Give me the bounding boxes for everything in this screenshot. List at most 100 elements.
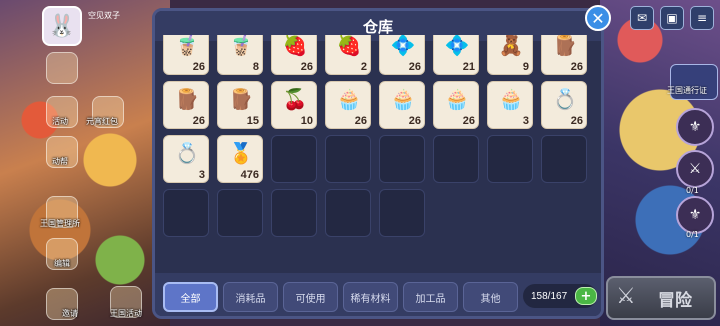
boba-tea-icon: 🧋 xyxy=(228,35,254,57)
item-count: 26 xyxy=(354,115,367,127)
empty-slot[interactable] xyxy=(379,135,425,183)
player-name: 空见双子 xyxy=(88,11,120,20)
wood-log-icon: 🪵 xyxy=(552,35,578,57)
inventory-item[interactable]: 🧸 9 xyxy=(487,35,533,75)
boba-tea-icon: 🧋 xyxy=(174,35,200,57)
inventory-item[interactable]: 🧁 26 xyxy=(325,81,371,129)
item-count: 26 xyxy=(570,115,583,127)
pink-bear-icon: 🧸 xyxy=(498,35,524,57)
item-count: 476 xyxy=(240,169,259,181)
item-count: 2 xyxy=(360,61,367,73)
gold-cookie-icon: 🏅 xyxy=(228,141,254,165)
cupcake-icon: 🧁 xyxy=(498,87,524,111)
item-count: 8 xyxy=(252,61,259,73)
tab-all[interactable]: 全部 xyxy=(163,282,218,312)
sword-slot-count: 0/1 xyxy=(686,186,699,195)
inventory-item[interactable]: 🍓 2 xyxy=(325,35,371,75)
inventory-item[interactable]: 🧋 26 xyxy=(163,35,209,75)
empty-slot[interactable] xyxy=(325,189,371,237)
diamond-ring-icon: 💍 xyxy=(552,87,578,111)
item-count: 10 xyxy=(300,115,313,127)
kingdom-scene-left xyxy=(0,0,170,326)
item-count: 26 xyxy=(408,115,421,127)
inventory-grid: 🧋 26 🧋 8 🍓 26 🍓 2 💠 26 💠 21 🧸 9 🪵 26 🪵 26 🪵 15 🍒 10 🧁 26 🧁 26 🧁 26 🧁… xyxy=(163,35,595,269)
item-count: 15 xyxy=(246,115,259,127)
side-label-help: 动帮 xyxy=(52,157,68,166)
cupcake-icon: 🧁 xyxy=(390,87,416,111)
cookie-slot-icon[interactable]: ⚜ xyxy=(676,108,714,146)
wood-log-icon: 🪵 xyxy=(174,87,200,111)
side-label-red-envelope: 元宵红包 xyxy=(86,117,118,126)
tab-usable[interactable]: 可使用 xyxy=(283,282,338,312)
side-label-kingdom-manage: 王国管理所 xyxy=(40,219,80,228)
item-count: 21 xyxy=(462,61,475,73)
item-count: 9 xyxy=(522,61,529,73)
notice-icon[interactable]: ▣ xyxy=(660,6,684,30)
side-label-invite: 邀请 xyxy=(62,309,78,318)
inventory-item[interactable]: 🧋 8 xyxy=(217,35,263,75)
tab-processed-goods[interactable]: 加工品 xyxy=(403,282,458,312)
empty-slot[interactable] xyxy=(325,135,371,183)
panel-title: 仓库 xyxy=(362,17,393,36)
empty-slot[interactable] xyxy=(217,189,263,237)
mail-icon[interactable]: ✉ xyxy=(630,6,654,30)
inventory-item[interactable]: 🪵 26 xyxy=(541,35,587,75)
inventory-item[interactable]: 💠 21 xyxy=(433,35,479,75)
item-count: 26 xyxy=(192,115,205,127)
item-count: 26 xyxy=(300,61,313,73)
side-label-edit: 编辑 xyxy=(54,259,70,268)
tab-rare-materials[interactable]: 稀有材料 xyxy=(343,282,398,312)
wood-log-icon: 🪵 xyxy=(228,87,254,111)
empty-slot[interactable] xyxy=(271,189,317,237)
item-count: 26 xyxy=(408,61,421,73)
player-card[interactable]: 🐰 空见双子 xyxy=(42,6,152,46)
strawberry-jar-icon: 🍓 xyxy=(336,35,362,57)
menu-icon[interactable]: ≡ xyxy=(690,6,714,30)
empty-slot[interactable] xyxy=(163,189,209,237)
tab-other[interactable]: 其他 xyxy=(463,282,518,312)
inventory-item[interactable]: 🏅 476 xyxy=(217,135,263,183)
empty-slot[interactable] xyxy=(271,135,317,183)
cupcake-icon: 🧁 xyxy=(444,87,470,111)
item-count: 26 xyxy=(462,115,475,127)
player-avatar[interactable]: 🐰 xyxy=(42,6,82,46)
cookie-slot-count: 0/1 xyxy=(686,230,699,239)
top-right-toolbar: ✉ ▣ ≡ xyxy=(630,6,714,30)
side-label-kingdom-events: 王国活动 xyxy=(110,309,142,318)
side-label-events: 活动 xyxy=(52,117,68,126)
item-count: 26 xyxy=(192,61,205,73)
side-button-menu[interactable] xyxy=(46,52,78,84)
storage-panel: 仓库 🧋 26 🧋 8 🍓 26 🍓 2 💠 26 💠 21 🧸 9 🪵 26 🪵 26 🪵 15 🍒 10 🧁 26 🧁 26 🧁… xyxy=(152,8,604,319)
tab-consumables[interactable]: 消耗品 xyxy=(223,282,278,312)
cupcake-icon: 🧁 xyxy=(336,87,362,111)
inventory-item[interactable]: 💍 3 xyxy=(163,135,209,183)
kingdom-pass-label: 王国通行证 xyxy=(667,86,707,95)
item-count: 3 xyxy=(522,115,529,127)
inventory-item[interactable]: 🧁 26 xyxy=(379,81,425,129)
adventure-sword-icon: ⚔ xyxy=(616,284,636,309)
inventory-item[interactable]: 🍒 10 xyxy=(271,81,317,129)
storage-capacity-text: 158/167 xyxy=(531,290,568,302)
item-count: 26 xyxy=(570,61,583,73)
inventory-item[interactable]: 🪵 26 xyxy=(163,81,209,129)
item-count: 3 xyxy=(198,169,205,181)
inventory-item[interactable]: 💠 26 xyxy=(379,35,425,75)
inventory-item[interactable]: 🧁 3 xyxy=(487,81,533,129)
empty-slot[interactable] xyxy=(541,135,587,183)
empty-slot[interactable] xyxy=(379,189,425,237)
empty-slot[interactable] xyxy=(433,135,479,183)
category-tab-bar: 全部 消耗品 可使用 稀有材料 加工品 其他 158/167 + xyxy=(155,273,601,316)
berry-jam-icon: 🍒 xyxy=(282,87,308,111)
inventory-item[interactable]: 🍓 26 xyxy=(271,35,317,75)
sword-slot-icon[interactable]: ⚔ xyxy=(676,150,714,188)
diamond-ring-icon: 💍 xyxy=(174,141,200,165)
inventory-item[interactable]: 🪵 15 xyxy=(217,81,263,129)
strawberry-jar-icon: 🍓 xyxy=(282,35,308,57)
close-icon[interactable]: ✕ xyxy=(585,5,611,31)
cookie-slot-icon-2[interactable]: ⚜ xyxy=(676,196,714,234)
empty-slot[interactable] xyxy=(487,135,533,183)
inventory-item[interactable]: 💍 26 xyxy=(541,81,587,129)
plus-icon[interactable]: + xyxy=(575,287,597,305)
blue-crystal-icon: 💠 xyxy=(444,35,470,57)
inventory-item[interactable]: 🧁 26 xyxy=(433,81,479,129)
